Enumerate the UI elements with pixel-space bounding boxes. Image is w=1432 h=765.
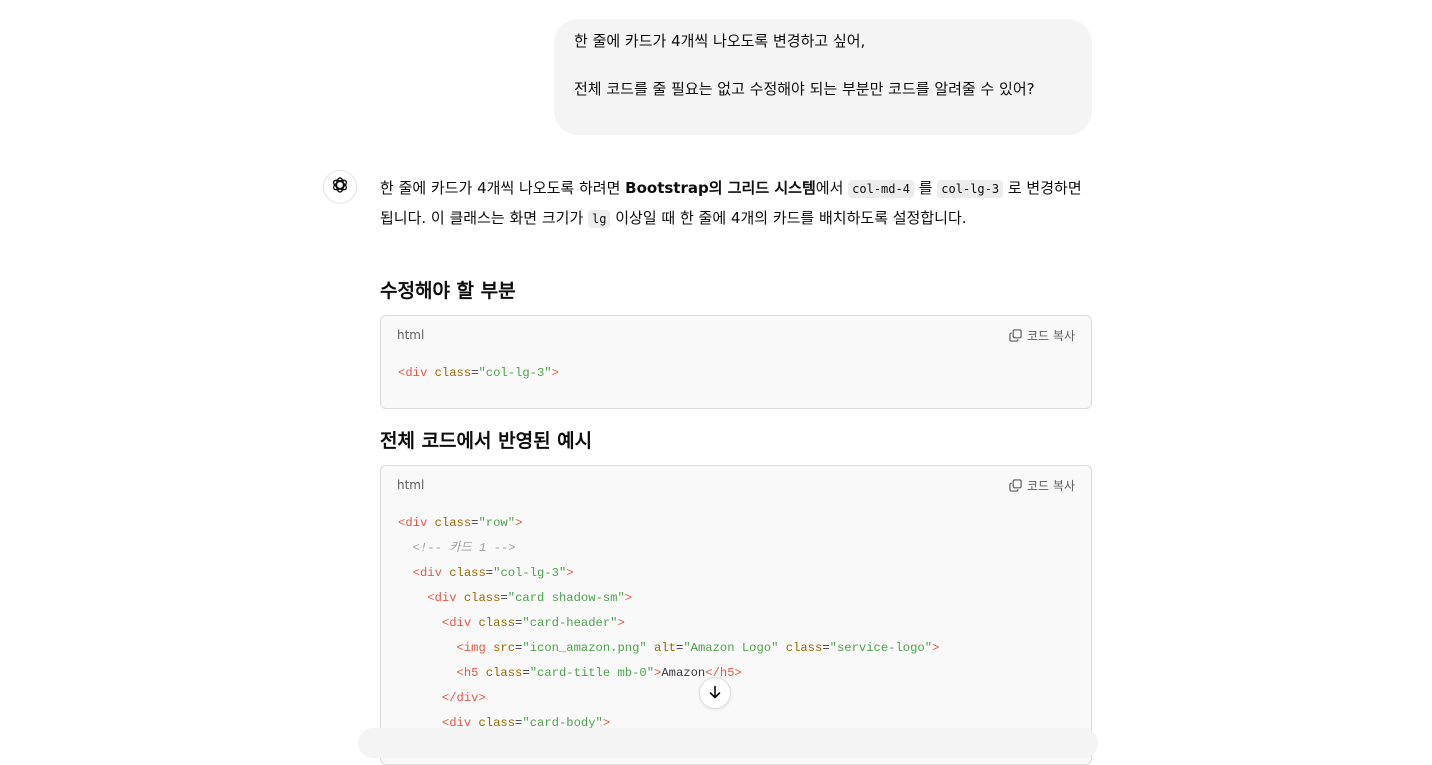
code-line: <div class="col-lg-3"> bbox=[398, 566, 574, 580]
code-token-tag: <div bbox=[427, 591, 464, 605]
code-token-str: "card-header" bbox=[522, 616, 618, 630]
code-token-tag: <h5 bbox=[456, 666, 486, 680]
inline-code-col-md-4: col-md-4 bbox=[848, 180, 914, 198]
user-message-line-spacer bbox=[574, 53, 1072, 77]
user-message-line-2: 전체 코드를 줄 필요는 없고 수정해야 되는 부분만 코드를 알려줄 수 있어… bbox=[574, 80, 1035, 98]
heading-full-example: 전체 코드에서 반영된 예시 bbox=[380, 430, 593, 452]
code-line: <!-- 카드 1 --> bbox=[398, 541, 516, 555]
code-token-str: "Amazon Logo" bbox=[683, 641, 779, 655]
intro-bold-text: Bootstrap의 그리드 시스템 bbox=[625, 179, 816, 197]
code-snippet-1: <div class="col-lg-3"> bbox=[398, 366, 559, 380]
code-token-str: "card shadow-sm" bbox=[507, 591, 625, 605]
code-token-attr: src bbox=[493, 641, 516, 655]
copy-icon bbox=[1009, 328, 1022, 342]
code-content: <div class="row"> <!-- 카드 1 --> <div cla… bbox=[381, 504, 1091, 735]
user-message-bubble: 한 줄에 카드가 4개씩 나오도록 변경하고 싶어, 전체 코드를 줄 필요는 … bbox=[554, 19, 1092, 135]
code-line: <div class="card-header"> bbox=[398, 616, 625, 630]
code-token-str: "col-lg-3" bbox=[478, 366, 552, 380]
code-block-header: html 코드 복사 bbox=[381, 466, 1091, 504]
code-token-attr: class bbox=[449, 566, 486, 580]
copy-icon bbox=[1009, 478, 1022, 492]
code-token-tag: > bbox=[932, 641, 940, 655]
code-block-header: html 코드 복사 bbox=[381, 316, 1091, 354]
copy-code-label: 코드 복사 bbox=[1027, 478, 1075, 493]
arrow-down-icon bbox=[708, 684, 722, 703]
inline-code-lg: lg bbox=[588, 209, 611, 228]
assistant-message: 한 줄에 카드가 4개씩 나오도록 하려면 Bootstrap의 그리드 시스템… bbox=[380, 174, 1092, 765]
code-token-attr: alt bbox=[654, 641, 676, 655]
code-content: <div class="col-lg-3"> bbox=[381, 354, 1091, 385]
code-language-label: html bbox=[397, 478, 425, 492]
code-token-attr: class bbox=[785, 641, 823, 655]
code-line: <div class="card shadow-sm"> bbox=[398, 591, 632, 605]
intro-text-1: 한 줄에 카드가 4개씩 나오도록 하려면 bbox=[380, 179, 626, 197]
code-token-tag: > bbox=[624, 591, 633, 605]
code-token-tag: > bbox=[515, 516, 523, 530]
code-language-label: html bbox=[397, 328, 425, 342]
code-token-tag: > bbox=[551, 366, 559, 380]
openai-logo-icon bbox=[330, 175, 350, 199]
code-token-txt: = bbox=[522, 666, 530, 680]
assistant-avatar bbox=[323, 170, 357, 204]
inline-code-col-lg-3: col-lg-3 bbox=[937, 180, 1004, 198]
code-token-str: "col-lg-3" bbox=[493, 566, 567, 580]
code-token-str: "card-title mb-0" bbox=[529, 666, 655, 680]
code-token-com: <!-- 카드 1 --> bbox=[412, 541, 516, 555]
composer-input-edge[interactable] bbox=[358, 728, 1098, 758]
code-token-attr: class bbox=[485, 666, 523, 680]
code-token-str: "icon_amazon.png" bbox=[522, 641, 647, 655]
code-token-txt: = bbox=[822, 641, 830, 655]
code-line: <img src="icon_amazon.png" alt="Amazon L… bbox=[398, 641, 940, 655]
code-line: <h5 class="card-title mb-0">Amazon</h5> bbox=[398, 666, 742, 680]
code-snippet-2: <div class="row"> <!-- 카드 1 --> <div cla… bbox=[398, 516, 939, 730]
code-token-tag: > bbox=[566, 566, 574, 580]
code-token-txt: = bbox=[500, 591, 508, 605]
intro-text-3: 를 bbox=[913, 179, 938, 197]
code-line: <div class="col-lg-3"> bbox=[398, 366, 559, 380]
copy-code-label: 코드 복사 bbox=[1027, 328, 1075, 343]
code-token-attr: class bbox=[463, 591, 501, 605]
code-token-tag: > bbox=[617, 616, 625, 630]
intro-text-2: 에서 bbox=[815, 179, 849, 197]
copy-code-button[interactable]: 코드 복사 bbox=[1009, 477, 1075, 494]
scroll-to-bottom-button[interactable] bbox=[699, 677, 731, 709]
code-token-attr: class bbox=[434, 516, 472, 530]
assistant-intro: 한 줄에 카드가 4개씩 나오도록 하려면 Bootstrap의 그리드 시스템… bbox=[380, 174, 1092, 233]
code-token-attr: class bbox=[478, 616, 516, 630]
code-token-txt: Amazon bbox=[661, 666, 706, 680]
code-line: <div class="row"> bbox=[398, 516, 522, 530]
code-token-str: "service-logo" bbox=[829, 641, 933, 655]
code-block-full-example: html 코드 복사 <div class="row"> <!-- 카드 1 -… bbox=[380, 465, 1092, 765]
code-block-snippet: html 코드 복사 <div class="col-lg-3"> bbox=[380, 315, 1092, 409]
code-token-str: "row" bbox=[478, 516, 516, 530]
intro-text-5: 이상일 때 한 줄에 4개의 카드를 배치하도록 설정합니다. bbox=[610, 208, 967, 227]
code-line: </div> bbox=[398, 691, 486, 705]
code-token-attr: class bbox=[434, 366, 472, 380]
copy-code-button[interactable]: 코드 복사 bbox=[1009, 327, 1075, 344]
code-token-tag: <div bbox=[412, 566, 450, 580]
code-token-tag: <div bbox=[398, 516, 435, 530]
heading-modify-part: 수정해야 할 부분 bbox=[380, 280, 516, 302]
code-token-tag: <div bbox=[441, 616, 479, 630]
code-token-tag: <img bbox=[456, 641, 494, 655]
code-token-tag: <div bbox=[398, 366, 435, 380]
user-message-line-1: 한 줄에 카드가 4개씩 나오도록 변경하고 싶어, bbox=[574, 32, 866, 50]
code-token-tag: </div> bbox=[441, 691, 486, 705]
